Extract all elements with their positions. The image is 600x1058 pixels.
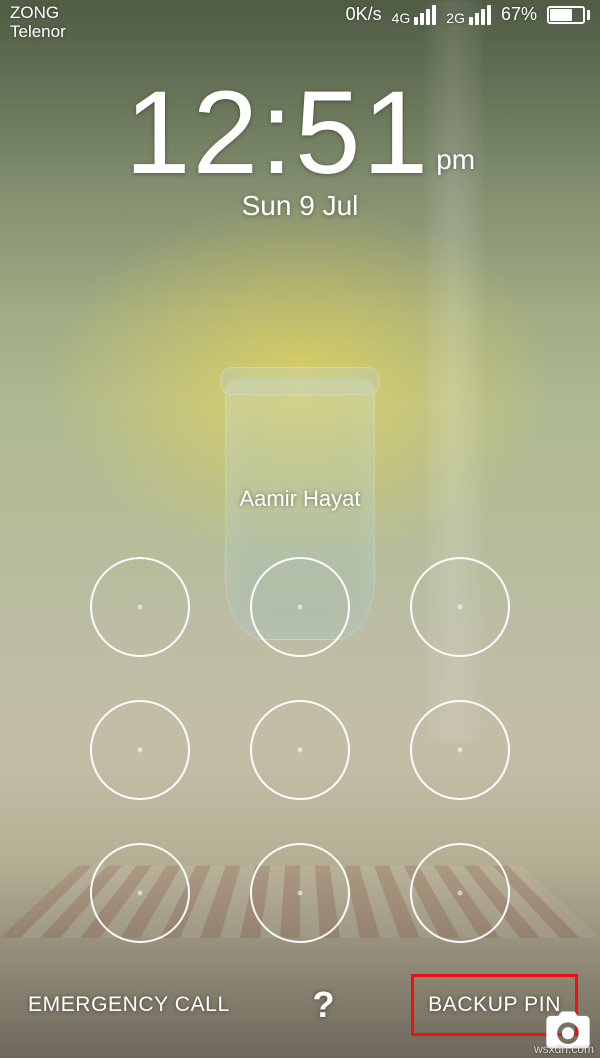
signal-2-group: 2G [446, 5, 491, 25]
signal-bars-icon [469, 5, 491, 25]
signal-bars-icon [414, 5, 436, 25]
status-carriers: ZONG Telenor [10, 4, 66, 41]
pattern-dot-3[interactable] [410, 557, 510, 657]
pattern-dot-6[interactable] [410, 700, 510, 800]
network-speed: 0K/s [346, 4, 382, 25]
carrier-1: ZONG [10, 4, 66, 23]
signal-1-group: 4G [392, 5, 437, 25]
pattern-dot-4[interactable] [90, 700, 190, 800]
clock-time: 12:51 [125, 74, 430, 192]
network-type-2: 2G [446, 11, 465, 25]
battery-percentage: 67% [501, 4, 537, 25]
clock-area: 12:51 pm Sun 9 Jul [0, 74, 600, 222]
emergency-call-button[interactable]: EMERGENCY CALL [22, 981, 236, 1029]
pattern-dot-9[interactable] [410, 843, 510, 943]
pattern-dot-2[interactable] [250, 557, 350, 657]
network-type-1: 4G [392, 11, 411, 25]
pattern-dot-7[interactable] [90, 843, 190, 943]
bottom-action-bar: EMERGENCY CALL ? BACKUP PIN [0, 974, 600, 1036]
clock-date: Sun 9 Jul [0, 190, 600, 222]
owner-name: Aamir Hayat [0, 486, 600, 512]
image-source-label: wsxdn.com [534, 1042, 594, 1056]
status-bar: ZONG Telenor 0K/s 4G 2G 67% [0, 0, 600, 48]
pattern-dot-1[interactable] [90, 557, 190, 657]
battery-icon [547, 6, 590, 24]
pattern-unlock-grid[interactable] [60, 535, 540, 965]
clock-ampm: pm [436, 144, 475, 176]
help-button[interactable]: ? [300, 980, 346, 1030]
pattern-dot-5[interactable] [250, 700, 350, 800]
carrier-2: Telenor [10, 23, 66, 42]
status-right: 0K/s 4G 2G 67% [346, 4, 590, 25]
pattern-dot-8[interactable] [250, 843, 350, 943]
lock-screen: ZONG Telenor 0K/s 4G 2G 67% [0, 0, 600, 1058]
